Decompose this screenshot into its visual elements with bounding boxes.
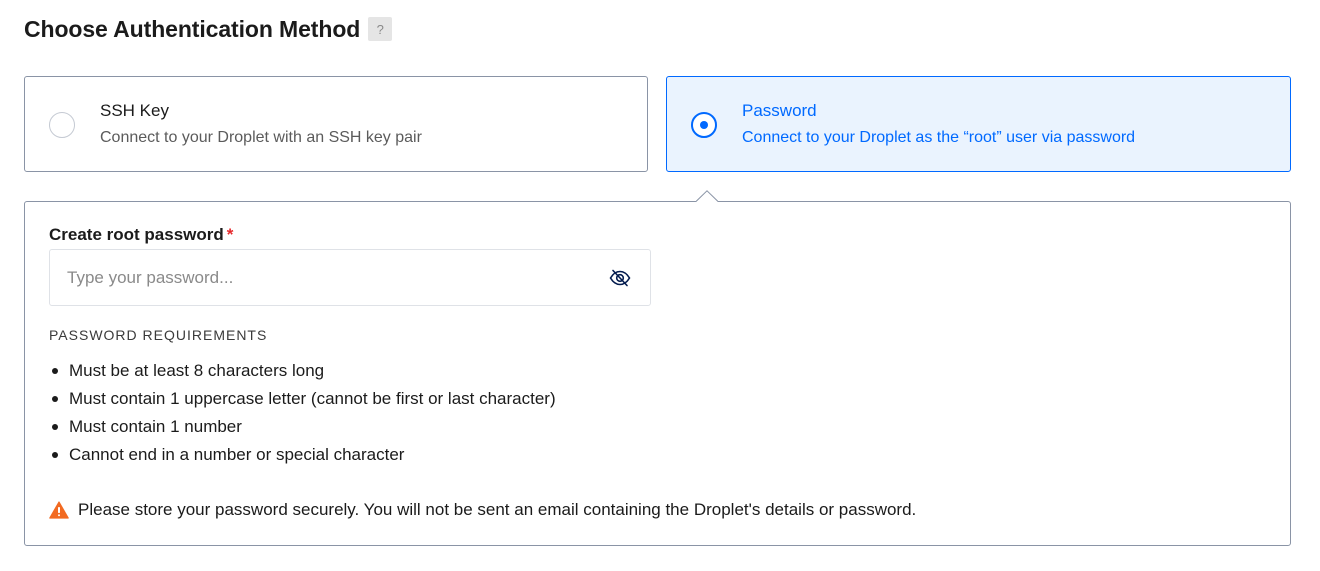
password-warning: Please store your password securely. You… [49,500,916,520]
password-description: Connect to your Droplet as the “root” us… [742,129,1136,146]
ssh-key-description: Connect to your Droplet with an SSH key … [100,129,422,146]
ssh-key-label: SSH Key [100,101,169,120]
bullet-icon [52,452,58,458]
password-input-wrapper [49,249,651,306]
eye-slash-icon[interactable] [609,268,631,288]
help-button[interactable]: ? [368,17,393,41]
password-requirements-heading: PASSWORD REQUIREMENTS [49,327,268,343]
bullet-icon [52,368,58,374]
bullet-icon [52,396,58,402]
root-password-input[interactable] [50,250,650,305]
section-header: Choose Authentication Method ? [24,14,393,44]
password-panel: Create root password * PASSWORD REQUIREME… [24,201,1291,546]
panel-pointer-arrow [696,190,718,202]
password-requirements-list: Must be at least 8 characters long Must … [49,360,556,472]
field-label-text: Create root password [49,225,224,244]
requirement-text: Must contain 1 number [69,417,242,436]
requirement-item: Must contain 1 uppercase letter (cannot … [49,388,556,416]
requirement-text: Cannot end in a number or special charac… [69,445,405,464]
auth-option-ssh-key[interactable]: SSH Key Connect to your Droplet with an … [24,76,648,172]
warning-text: Please store your password securely. You… [78,500,917,519]
requirement-item: Must contain 1 number [49,416,556,444]
warning-triangle-icon [49,501,69,519]
requirement-text: Must be at least 8 characters long [69,361,325,380]
requirement-item: Cannot end in a number or special charac… [49,444,556,472]
bullet-icon [52,424,58,430]
page-title: Choose Authentication Method [24,15,361,42]
ssh-key-radio[interactable] [49,112,75,138]
requirement-item: Must be at least 8 characters long [49,360,556,388]
password-radio[interactable] [691,112,717,138]
requirement-text: Must contain 1 uppercase letter (cannot … [69,389,556,408]
create-root-password-label: Create root password * [49,225,233,245]
auth-option-password[interactable]: Password Connect to your Droplet as the … [666,76,1291,172]
password-label: Password [742,101,817,120]
radio-selected-dot [700,121,708,129]
required-marker: * [226,225,234,244]
